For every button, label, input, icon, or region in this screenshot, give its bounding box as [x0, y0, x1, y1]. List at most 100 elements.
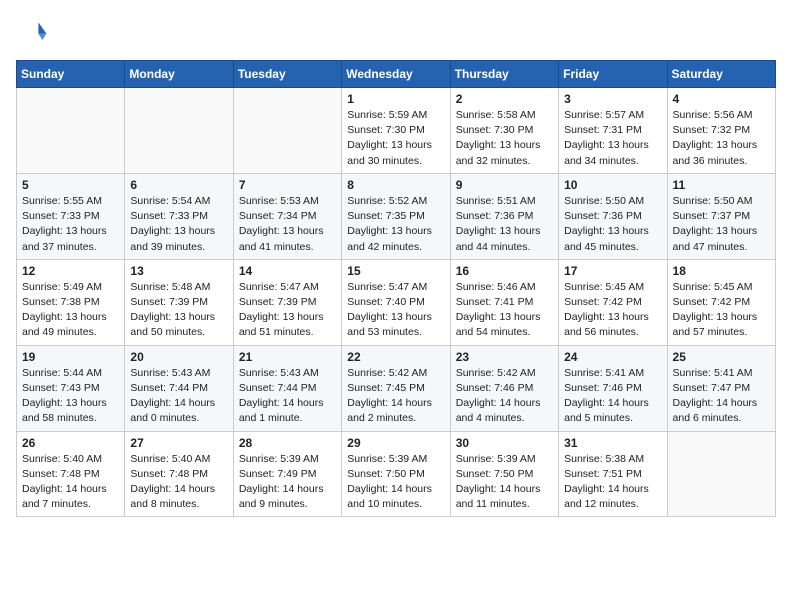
calendar-cell — [17, 88, 125, 174]
cell-info: Sunrise: 5:45 AMSunset: 7:42 PMDaylight:… — [564, 281, 649, 339]
cell-info: Sunrise: 5:48 AMSunset: 7:39 PMDaylight:… — [130, 281, 215, 339]
weekday-header-monday: Monday — [125, 61, 233, 88]
calendar-cell: 20 Sunrise: 5:43 AMSunset: 7:44 PMDayligh… — [125, 345, 233, 431]
calendar-cell: 26 Sunrise: 5:40 AMSunset: 7:48 PMDayligh… — [17, 431, 125, 517]
calendar-week-3: 12 Sunrise: 5:49 AMSunset: 7:38 PMDayligh… — [17, 259, 776, 345]
day-number: 6 — [130, 178, 227, 192]
cell-info: Sunrise: 5:52 AMSunset: 7:35 PMDaylight:… — [347, 195, 432, 253]
day-number: 21 — [239, 350, 336, 364]
calendar-cell: 1 Sunrise: 5:59 AMSunset: 7:30 PMDaylight… — [342, 88, 450, 174]
weekday-header-saturday: Saturday — [667, 61, 775, 88]
day-number: 17 — [564, 264, 661, 278]
cell-info: Sunrise: 5:47 AMSunset: 7:40 PMDaylight:… — [347, 281, 432, 339]
day-number: 11 — [673, 178, 770, 192]
cell-info: Sunrise: 5:41 AMSunset: 7:46 PMDaylight:… — [564, 367, 649, 425]
day-number: 9 — [456, 178, 553, 192]
cell-info: Sunrise: 5:44 AMSunset: 7:43 PMDaylight:… — [22, 367, 107, 425]
calendar-cell: 30Sunrise: 5:39 AMSunset: 7:50 PMDayligh… — [450, 431, 558, 517]
calendar-cell: 2 Sunrise: 5:58 AMSunset: 7:30 PMDaylight… — [450, 88, 558, 174]
day-number: 18 — [673, 264, 770, 278]
weekday-header-tuesday: Tuesday — [233, 61, 341, 88]
day-number: 12 — [22, 264, 119, 278]
calendar-cell: 22Sunrise: 5:42 AMSunset: 7:45 PMDayligh… — [342, 345, 450, 431]
cell-info: Sunrise: 5:40 AMSunset: 7:48 PMDaylight:… — [22, 453, 107, 511]
cell-info: Sunrise: 5:49 AMSunset: 7:38 PMDaylight:… — [22, 281, 107, 339]
day-number: 8 — [347, 178, 444, 192]
calendar-cell: 25 Sunrise: 5:41 AMSunset: 7:47 PMDayligh… — [667, 345, 775, 431]
day-number: 24 — [564, 350, 661, 364]
day-number: 1 — [347, 92, 444, 106]
weekday-header-friday: Friday — [559, 61, 667, 88]
cell-info: Sunrise: 5:38 AMSunset: 7:51 PMDaylight:… — [564, 453, 649, 511]
day-number: 2 — [456, 92, 553, 106]
day-number: 23 — [456, 350, 553, 364]
day-number: 26 — [22, 436, 119, 450]
calendar-week-1: 1 Sunrise: 5:59 AMSunset: 7:30 PMDaylight… — [17, 88, 776, 174]
weekday-header-sunday: Sunday — [17, 61, 125, 88]
calendar-cell: 13Sunrise: 5:48 AMSunset: 7:39 PMDayligh… — [125, 259, 233, 345]
cell-info: Sunrise: 5:42 AMSunset: 7:46 PMDaylight:… — [456, 367, 541, 425]
day-number: 15 — [347, 264, 444, 278]
calendar-cell: 23 Sunrise: 5:42 AMSunset: 7:46 PMDayligh… — [450, 345, 558, 431]
calendar-cell: 29Sunrise: 5:39 AMSunset: 7:50 PMDayligh… — [342, 431, 450, 517]
calendar-cell: 16 Sunrise: 5:46 AMSunset: 7:41 PMDayligh… — [450, 259, 558, 345]
day-number: 25 — [673, 350, 770, 364]
calendar-cell: 12 Sunrise: 5:49 AMSunset: 7:38 PMDayligh… — [17, 259, 125, 345]
calendar-cell: 28 Sunrise: 5:39 AMSunset: 7:49 PMDayligh… — [233, 431, 341, 517]
cell-info: Sunrise: 5:56 AMSunset: 7:32 PMDaylight:… — [673, 109, 758, 167]
day-number: 10 — [564, 178, 661, 192]
day-number: 7 — [239, 178, 336, 192]
day-number: 4 — [673, 92, 770, 106]
cell-info: Sunrise: 5:46 AMSunset: 7:41 PMDaylight:… — [456, 281, 541, 339]
day-number: 28 — [239, 436, 336, 450]
calendar-cell: 18 Sunrise: 5:45 AMSunset: 7:42 PMDayligh… — [667, 259, 775, 345]
cell-info: Sunrise: 5:50 AMSunset: 7:37 PMDaylight:… — [673, 195, 758, 253]
calendar-cell: 6 Sunrise: 5:54 AMSunset: 7:33 PMDaylight… — [125, 173, 233, 259]
calendar-week-2: 5 Sunrise: 5:55 AMSunset: 7:33 PMDaylight… — [17, 173, 776, 259]
calendar-cell: 21 Sunrise: 5:43 AMSunset: 7:44 PMDayligh… — [233, 345, 341, 431]
calendar-cell: 14Sunrise: 5:47 AMSunset: 7:39 PMDayligh… — [233, 259, 341, 345]
calendar-cell: 9 Sunrise: 5:51 AMSunset: 7:36 PMDaylight… — [450, 173, 558, 259]
calendar-cell: 10 Sunrise: 5:50 AMSunset: 7:36 PMDayligh… — [559, 173, 667, 259]
day-number: 16 — [456, 264, 553, 278]
calendar-header: SundayMondayTuesdayWednesdayThursdayFrid… — [17, 61, 776, 88]
cell-info: Sunrise: 5:42 AMSunset: 7:45 PMDaylight:… — [347, 367, 432, 425]
calendar-cell: 3Sunrise: 5:57 AMSunset: 7:31 PMDaylight… — [559, 88, 667, 174]
cell-info: Sunrise: 5:43 AMSunset: 7:44 PMDaylight:… — [130, 367, 215, 425]
weekday-header-thursday: Thursday — [450, 61, 558, 88]
page-header — [16, 16, 776, 48]
cell-info: Sunrise: 5:50 AMSunset: 7:36 PMDaylight:… — [564, 195, 649, 253]
day-number: 5 — [22, 178, 119, 192]
day-number: 31 — [564, 436, 661, 450]
cell-info: Sunrise: 5:39 AMSunset: 7:49 PMDaylight:… — [239, 453, 324, 511]
calendar-cell: 7 Sunrise: 5:53 AMSunset: 7:34 PMDaylight… — [233, 173, 341, 259]
day-number: 20 — [130, 350, 227, 364]
day-number: 3 — [564, 92, 661, 106]
cell-info: Sunrise: 5:54 AMSunset: 7:33 PMDaylight:… — [130, 195, 215, 253]
calendar-cell: 8 Sunrise: 5:52 AMSunset: 7:35 PMDaylight… — [342, 173, 450, 259]
cell-info: Sunrise: 5:58 AMSunset: 7:30 PMDaylight:… — [456, 109, 541, 167]
calendar-week-4: 19 Sunrise: 5:44 AMSunset: 7:43 PMDayligh… — [17, 345, 776, 431]
calendar-cell: 27Sunrise: 5:40 AMSunset: 7:48 PMDayligh… — [125, 431, 233, 517]
calendar-cell: 15 Sunrise: 5:47 AMSunset: 7:40 PMDayligh… — [342, 259, 450, 345]
cell-info: Sunrise: 5:51 AMSunset: 7:36 PMDaylight:… — [456, 195, 541, 253]
cell-info: Sunrise: 5:53 AMSunset: 7:34 PMDaylight:… — [239, 195, 324, 253]
calendar-cell: 24 Sunrise: 5:41 AMSunset: 7:46 PMDayligh… — [559, 345, 667, 431]
logo — [16, 16, 52, 48]
logo-icon — [16, 16, 48, 48]
calendar-cell: 4 Sunrise: 5:56 AMSunset: 7:32 PMDaylight… — [667, 88, 775, 174]
cell-info: Sunrise: 5:59 AMSunset: 7:30 PMDaylight:… — [347, 109, 432, 167]
cell-info: Sunrise: 5:39 AMSunset: 7:50 PMDaylight:… — [456, 453, 541, 511]
calendar-cell: 17 Sunrise: 5:45 AMSunset: 7:42 PMDayligh… — [559, 259, 667, 345]
day-number: 14 — [239, 264, 336, 278]
cell-info: Sunrise: 5:45 AMSunset: 7:42 PMDaylight:… — [673, 281, 758, 339]
day-number: 19 — [22, 350, 119, 364]
day-number: 29 — [347, 436, 444, 450]
cell-info: Sunrise: 5:55 AMSunset: 7:33 PMDaylight:… — [22, 195, 107, 253]
cell-info: Sunrise: 5:43 AMSunset: 7:44 PMDaylight:… — [239, 367, 324, 425]
calendar-cell: 19 Sunrise: 5:44 AMSunset: 7:43 PMDayligh… — [17, 345, 125, 431]
calendar-cell — [233, 88, 341, 174]
calendar-table: SundayMondayTuesdayWednesdayThursdayFrid… — [16, 60, 776, 517]
cell-info: Sunrise: 5:41 AMSunset: 7:47 PMDaylight:… — [673, 367, 758, 425]
calendar-cell — [667, 431, 775, 517]
